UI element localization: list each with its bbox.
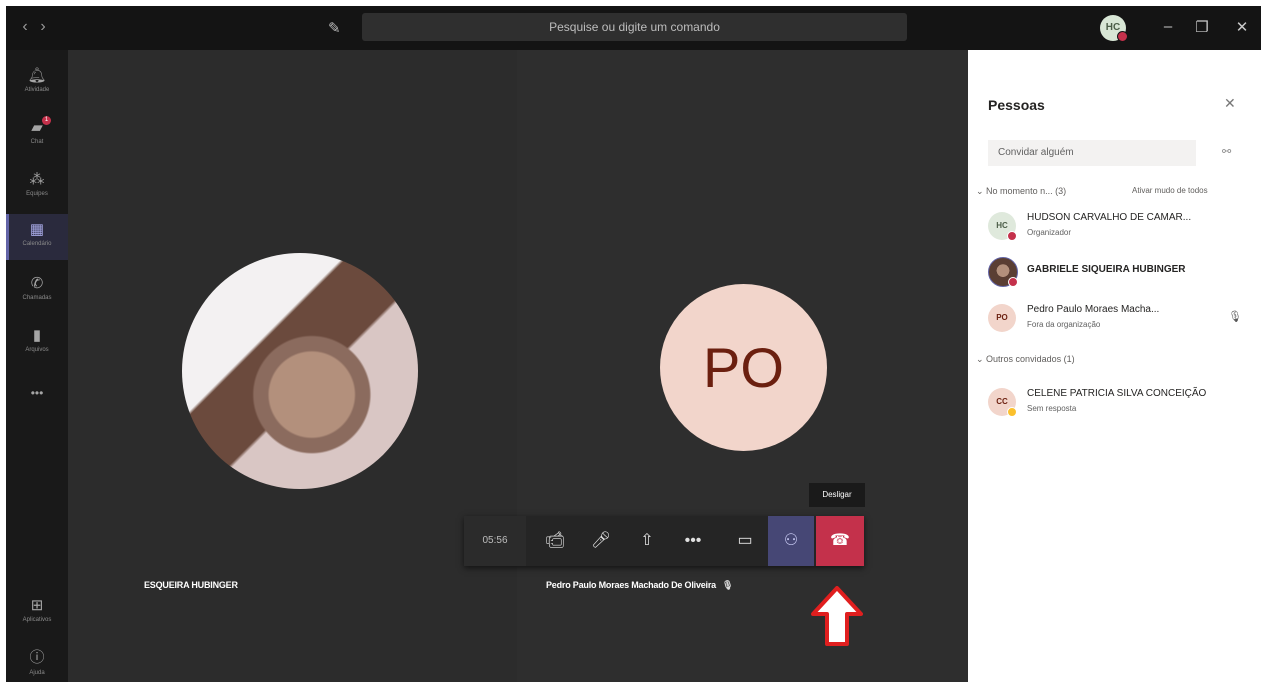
camera-off-icon: 📹︎ [544, 532, 566, 549]
phone-icon: ✆ [30, 275, 44, 292]
rail-item-teams[interactable]: ⁂ Equipes [6, 164, 68, 210]
camera-off-button[interactable]: 📹︎ [532, 516, 578, 566]
avatar: HC [988, 212, 1017, 241]
participant-role: Sem resposta [1027, 404, 1077, 413]
close-icon[interactable]: ✕ [1224, 95, 1236, 112]
hangup-button[interactable]: ☎ [816, 516, 864, 566]
participant-item[interactable]: PO Pedro Paulo Moraes Macha... Fora da o… [988, 302, 1258, 336]
avatar: PO [988, 304, 1016, 332]
maximize-icon[interactable]: ❐ [1192, 18, 1212, 36]
status-dot [1007, 407, 1017, 417]
rail-item-activity[interactable]: 🔔︎ Atividade [6, 60, 68, 106]
user-avatar[interactable]: HC [1100, 15, 1128, 42]
close-window-icon[interactable]: ✕ [1232, 18, 1252, 36]
rail-item-files[interactable]: ▮ Arquivos [6, 320, 68, 366]
new-chat-icon[interactable]: ✎ [328, 19, 341, 37]
avatar [988, 257, 1018, 287]
status-dot [1117, 31, 1128, 42]
help-icon: ⓘ [29, 649, 45, 666]
rail-item-chat[interactable]: ▰ 1 Chat [6, 112, 68, 158]
mic-icon: 🎤︎ [590, 532, 612, 549]
rail-item-calendar[interactable]: ▦ Calendário [6, 214, 68, 260]
share-screen-icon: ⇧ [640, 532, 654, 549]
participant-name-text: Pedro Paulo Moraes Machado De Oliveira [546, 580, 716, 590]
participant-name: GABRIELE SIQUEIRA HUBINGER [1027, 264, 1186, 275]
hangup-icon: ☎ [830, 532, 850, 549]
share-link-icon[interactable]: ⚯ [1222, 145, 1231, 158]
share-screen-button[interactable]: ⇧ [624, 516, 670, 566]
back-arrow-icon[interactable]: ‹ [16, 18, 34, 36]
unread-badge: 1 [42, 116, 51, 125]
chat-icon: ▰ [31, 119, 43, 136]
more-icon: ••• [684, 532, 702, 549]
rail-item-apps[interactable]: ⊞ Aplicativos [6, 590, 68, 636]
mic-off-icon: 🎙︎ [721, 580, 734, 590]
search-input[interactable]: Pesquise ou digite um comando [362, 13, 907, 41]
minimize-icon[interactable]: – [1158, 18, 1178, 35]
participant-item[interactable]: CC CELENE PATRICIA SILVA CONCEIÇÃO Sem r… [988, 386, 1258, 420]
apps-icon: ⊞ [30, 597, 44, 614]
avatar: CC [988, 388, 1017, 417]
mic-off-icon: 🎙︎ [1228, 311, 1242, 323]
bell-icon: 🔔︎ [27, 67, 47, 84]
status-dot [1008, 277, 1018, 287]
teams-window: ‹ › ✎ Pesquise ou digite um comando HC – … [6, 6, 1261, 682]
panel-title: Pessoas [988, 97, 1045, 113]
calendar-icon: ▦ [29, 221, 45, 238]
chat-button[interactable]: ▭ [722, 516, 768, 566]
mute-all-button[interactable]: Ativar mudo de todos [1132, 186, 1208, 195]
participant-name: Pedro Paulo Moraes Macha... [1027, 304, 1160, 315]
participant-item[interactable]: HC HUDSON CARVALHO DE CAMAR... Organizad… [988, 210, 1258, 244]
chat-bubble-icon: ▭ [737, 532, 753, 549]
chevron-down-icon: ⌄ [976, 354, 987, 364]
participants-icon: ⚇ [783, 532, 799, 549]
participant-name-right: Pedro Paulo Moraes Machado De Oliveira 🎙︎ [546, 580, 733, 591]
status-dot [1007, 231, 1017, 241]
invite-input[interactable]: Convidar alguém [988, 140, 1196, 166]
participant-role: Organizador [1027, 228, 1072, 237]
app-rail: 🔔︎ Atividade ▰ 1 Chat ⁂ Equipes ▦ Calend… [6, 50, 68, 682]
rail-more[interactable]: ••• [6, 380, 68, 406]
participant-avatar: PO [660, 284, 827, 451]
call-timer: 05:56 [464, 516, 526, 566]
participant-role: Fora da organização [1027, 320, 1101, 329]
participant-item[interactable]: GABRIELE SIQUEIRA HUBINGER [988, 255, 1258, 289]
more-actions-button[interactable]: ••• [670, 516, 716, 566]
teams-icon: ⁂ [29, 171, 45, 188]
mic-button[interactable]: 🎤︎ [578, 516, 624, 566]
call-controls: 05:56 📹︎ 🎤︎ ⇧ ••• ▭ ⚇ ☎ [464, 516, 864, 566]
participant-name-left: ESQUEIRA HUBINGER [144, 580, 238, 590]
section-other[interactable]: ⌄ Outros convidados (1) [976, 354, 1075, 365]
participants-button[interactable]: ⚇ [768, 516, 814, 566]
hangup-tooltip: Desligar [809, 483, 865, 507]
people-panel: Pessoas ✕ Convidar alguém ⚯ ⌄ No momento… [968, 50, 1261, 682]
section-current[interactable]: ⌄ No momento n... (3) [976, 186, 1066, 197]
participant-name: HUDSON CARVALHO DE CAMAR... [1027, 212, 1192, 223]
title-bar: ‹ › ✎ Pesquise ou digite um comando HC – … [6, 6, 1261, 50]
pointer-arrow-icon [811, 586, 863, 646]
history-nav: ‹ › [16, 18, 52, 36]
forward-arrow-icon[interactable]: › [34, 18, 52, 36]
participant-photo [182, 253, 418, 489]
rail-item-calls[interactable]: ✆ Chamadas [6, 268, 68, 314]
rail-item-help[interactable]: ⓘ Ajuda [6, 640, 68, 682]
files-icon: ▮ [32, 327, 42, 344]
chevron-down-icon: ⌄ [976, 186, 987, 196]
more-icon: ••• [30, 386, 44, 400]
participant-name: CELENE PATRICIA SILVA CONCEIÇÃO [1027, 388, 1207, 399]
